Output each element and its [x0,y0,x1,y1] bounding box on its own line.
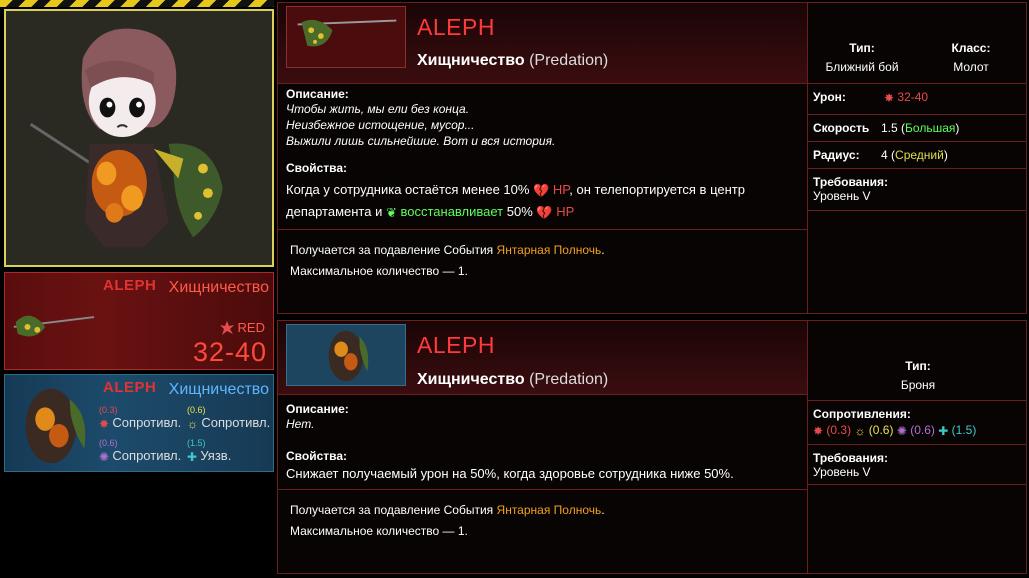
armor-resistances-row: Сопротивления: ✸ (0.3) ☼ (0.6) ✺ (0.6) ✚… [808,401,1026,445]
pale-damage-icon: ✚ [938,423,949,438]
weapon-properties: Свойства: Когда у сотрудника остаётся ме… [286,158,799,223]
armor-mini-card[interactable]: ALEPH Хищничество (0.3) ✸ Сопротивл. (0.… [4,374,274,472]
armor-type: Тип: Броня [900,359,936,392]
weapon-type: Тип: Ближний бой [825,41,899,74]
weapon-stats-panel: Тип: Ближний бой Класс: Молот Урон: ✸ 32… [808,2,1027,314]
red-damage-icon: ✸ [813,423,824,438]
hazard-stripe [0,0,274,7]
weapon-body: Описание: Чтобы жить, мы ели без конца. … [278,84,807,226]
armor-footer: Получается за подавление События Янтарна… [278,489,807,552]
armor-description: Нет. [286,417,315,431]
armor-detail-panel: ALEPH Хищничество (Predation) Описание: … [277,320,808,574]
weapon-thumbnail [13,315,95,337]
armor-thumbnail [25,388,86,464]
weapon-requirements-row: Требования: Уровень V [808,169,1026,211]
armor-body: Описание: Нет. Свойства: Снижает получае… [278,395,807,485]
armor-mini-res-white: (0.6) ☼ Сопротивл. [187,405,271,431]
weapon-detail-panel: ALEPH Хищничество (Predation) Описание: … [277,2,808,314]
black-damage-icon: ✺ [896,423,907,438]
weapon-desc-label: Описание: [286,87,349,101]
armor-mini-res-black: (0.6) ✺ Сопротивл. [99,438,182,464]
damage-type-label: RED [237,320,265,335]
pale-damage-icon: ✚ [187,449,198,464]
black-damage-icon: ✺ [99,449,110,464]
weapon-footer: Получается за подавление События Янтарна… [278,229,807,292]
weapon-damage-row: Урон: ✸ 32-40 [808,84,1026,115]
character-illustration [6,11,272,265]
armor-title: Хищничество (Predation) [417,371,609,388]
armor-mini-res-pale: (1.5) ✚ Уязв. [187,438,232,464]
white-damage-icon: ☼ [187,416,198,431]
red-damage-icon: ✸ [99,416,110,431]
weapon-mini-damage: 32-40 [192,337,267,367]
weapon-title: Хищничество (Predation) [417,52,609,69]
event-name: Янтарная Полночь [496,503,602,517]
armor-header: ALEPH Хищничество (Predation) [278,321,807,395]
weapon-mini-card[interactable]: ALEPH Хищничество RED 32-40 [4,272,274,370]
weapon-risk-level: ALEPH [417,14,495,40]
weapon-mini-damage-type: RED [219,320,265,335]
event-name: Янтарная Полночь [496,243,602,257]
red-damage-icon: ✸ [884,90,895,105]
armor-mini-res-red: (0.3) ✸ Сопротивл. [99,405,182,431]
armor-properties: Свойства: Снижает получаемый урон на 50%… [286,449,734,481]
armor-stats-panel: Тип: Броня Сопротивления: ✸ (0.3) ☼ (0.6… [808,320,1027,574]
broken-heart-icon: 💔 [533,183,550,199]
heal-icon: ❦ [385,205,397,221]
weapon-speed-row: Скорость 1.5 (Большая) [808,115,1026,142]
red-damage-icon [219,320,234,335]
weapon-header: ALEPH Хищничество (Predation) [278,3,807,84]
armor-risk-level: ALEPH [417,332,495,358]
armor-image [286,324,406,386]
weapon-mini-name: Хищничество [168,279,269,296]
weapon-mini-rank: ALEPH [103,277,157,294]
weapon-description: Чтобы жить, мы ели без конца. Неизбежное… [286,102,556,148]
armor-mini-name: Хищничество [168,381,269,398]
weapon-radius-row: Радиус: 4 (Средний) [808,142,1026,169]
weapon-image [286,6,406,68]
character-portrait [4,9,274,267]
armor-requirements-row: Требования: Уровень V [808,445,1026,485]
armor-mini-rank: ALEPH [103,379,157,396]
white-damage-icon: ☼ [854,423,866,438]
broken-heart-icon: 💔 [536,205,553,221]
weapon-class: Класс: Молот [951,41,991,74]
